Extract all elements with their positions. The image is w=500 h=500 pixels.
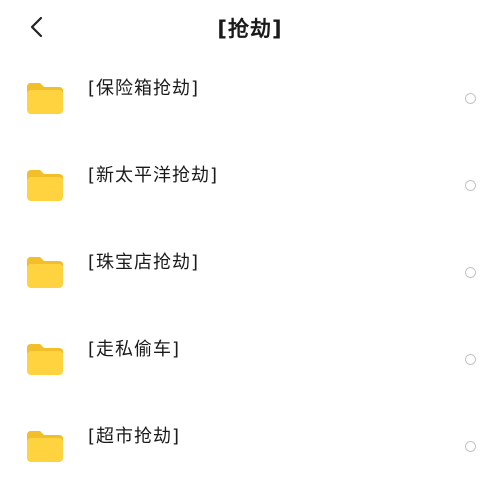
- folder-list: [保险箱抢劫] [新太平洋抢劫] [珠宝店抢劫] [走私偷车] [超市抢劫]: [0, 56, 500, 491]
- folder-name: [走私偷车]: [88, 339, 181, 360]
- folder-name: [保险箱抢劫]: [88, 78, 200, 99]
- folder-icon: [25, 81, 65, 115]
- folder-row[interactable]: [珠宝店抢劫]: [0, 230, 500, 317]
- folder-row[interactable]: [超市抢劫]: [0, 404, 500, 491]
- select-radio[interactable]: [465, 180, 476, 191]
- folder-name: [超市抢劫]: [88, 426, 181, 447]
- page-title: [抢劫]: [217, 17, 283, 41]
- folder-row[interactable]: [走私偷车]: [0, 317, 500, 404]
- folder-icon: [25, 342, 65, 376]
- top-bar: [抢劫]: [0, 0, 500, 56]
- select-radio[interactable]: [465, 354, 476, 365]
- select-radio[interactable]: [465, 441, 476, 452]
- select-radio[interactable]: [465, 93, 476, 104]
- folder-name: [新太平洋抢劫]: [88, 165, 219, 186]
- folder-row[interactable]: [新太平洋抢劫]: [0, 143, 500, 230]
- folder-row[interactable]: [保险箱抢劫]: [0, 56, 500, 143]
- folder-icon: [25, 255, 65, 289]
- folder-icon: [25, 168, 65, 202]
- folder-name: [珠宝店抢劫]: [88, 252, 200, 273]
- select-radio[interactable]: [465, 267, 476, 278]
- folder-icon: [25, 429, 65, 463]
